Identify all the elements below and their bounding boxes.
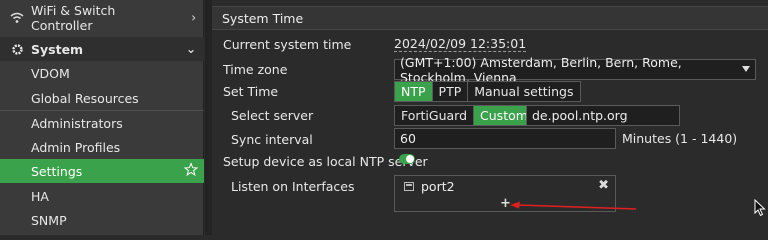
- current-time-value: 2024/02/09 12:35:01: [394, 36, 527, 52]
- select-server-label: Select server: [231, 108, 314, 123]
- annotation-arrow-icon: [510, 201, 637, 210]
- chevron-down-icon: ⌄: [185, 42, 196, 56]
- mouse-cursor-icon: [754, 199, 766, 217]
- sidebar-item-ha[interactable]: HA: [0, 184, 204, 208]
- listen-interfaces-label: Listen on Interfaces: [231, 179, 355, 194]
- sidebar-item-system[interactable]: System ⌄: [0, 37, 204, 61]
- sidebar-item-label: WiFi & Switch Controller: [31, 3, 116, 33]
- system-time-panel: System Time Current system time 2024/02/…: [212, 0, 768, 235]
- sidebar-item-label: System: [31, 41, 84, 57]
- sidebar-item-administrators[interactable]: Administrators: [0, 111, 204, 135]
- set-time-manual-button[interactable]: Manual settings: [468, 82, 580, 101]
- interface-entry: port2: [421, 179, 455, 194]
- sidebar-item-snmp[interactable]: SNMP: [0, 208, 204, 232]
- wifi-icon: [10, 11, 24, 25]
- server-toggle: FortiGuard Custom: [394, 105, 535, 126]
- ntp-server-value: de.pool.ntp.org: [532, 108, 628, 123]
- sync-interval-value: 60: [400, 131, 416, 146]
- set-time-ptp-button[interactable]: PTP: [432, 82, 469, 101]
- sync-interval-label: Sync interval: [231, 132, 313, 147]
- sidebar-item-admin-profiles[interactable]: Admin Profiles: [0, 135, 204, 159]
- sidebar-item-wifi-switch-controller[interactable]: WiFi & Switch Controller ›: [0, 0, 204, 36]
- local-ntp-label: Setup device as local NTP server: [223, 154, 428, 169]
- sidebar-item-label: Settings: [31, 163, 83, 179]
- time-zone-label: Time zone: [223, 62, 288, 77]
- chevron-right-icon: ›: [191, 10, 196, 25]
- server-fortiguard-button[interactable]: FortiGuard: [395, 106, 475, 125]
- ntp-server-input[interactable]: de.pool.ntp.org: [526, 105, 680, 126]
- current-time-label: Current system time: [223, 37, 352, 52]
- server-custom-button[interactable]: Custom: [474, 106, 534, 125]
- local-ntp-toggle[interactable]: [399, 154, 415, 164]
- section-title: System Time: [212, 6, 768, 30]
- sidebar-item-label: VDOM: [31, 65, 70, 81]
- set-time-label: Set Time: [223, 84, 279, 99]
- sidebar-item-vdom[interactable]: VDOM: [0, 61, 204, 85]
- sidebar-gutter: [205, 0, 212, 235]
- set-time-toggle: NTP PTP Manual settings: [394, 81, 581, 102]
- interface-port-icon: [404, 182, 414, 191]
- sidebar-item-settings[interactable]: Settings: [0, 159, 204, 183]
- toggle-knob: [406, 155, 414, 163]
- set-time-ntp-button[interactable]: NTP: [395, 82, 433, 101]
- sidebar-item-label: Admin Profiles: [31, 139, 121, 155]
- sidebar: WiFi & Switch Controller › System ⌄ VDOM…: [0, 0, 204, 235]
- time-zone-select[interactable]: (GMT+1:00) Amsterdam, Berlin, Bern, Rome…: [394, 55, 756, 85]
- sidebar-item-label: Global Resources: [31, 90, 139, 106]
- star-icon[interactable]: [183, 162, 199, 180]
- sync-interval-input[interactable]: 60: [394, 128, 616, 149]
- time-zone-value: (GMT+1:00) Amsterdam, Berlin, Bern, Rome…: [400, 54, 682, 85]
- sidebar-item-label: Administrators: [31, 115, 123, 131]
- gear-icon: [10, 42, 24, 56]
- sync-interval-hint: Minutes (1 - 1440): [622, 131, 738, 146]
- sidebar-item-label: SNMP: [31, 212, 67, 228]
- remove-interface-icon[interactable]: ✖: [598, 178, 609, 193]
- caret-down-icon: [742, 66, 750, 72]
- sidebar-item-label: HA: [31, 188, 49, 204]
- sidebar-item-global-resources[interactable]: Global Resources: [0, 86, 204, 110]
